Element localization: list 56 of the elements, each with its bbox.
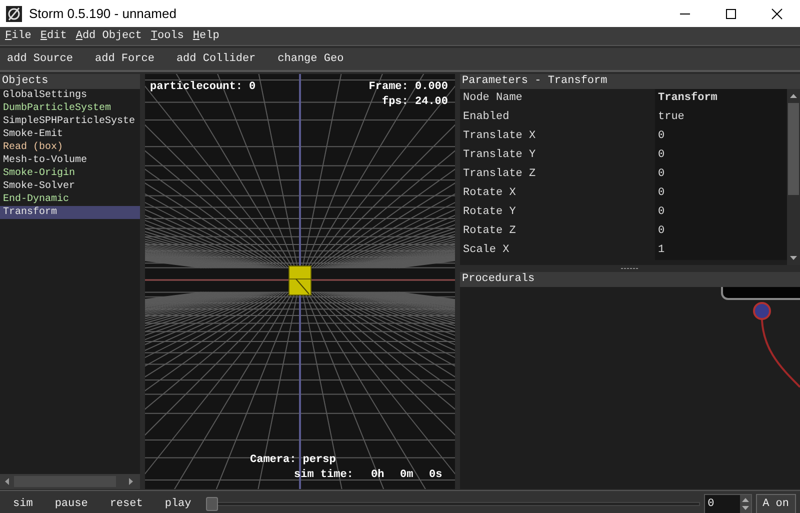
sim-time-value: 0s bbox=[429, 468, 442, 483]
slider-thumb[interactable] bbox=[206, 497, 218, 511]
object-list-item[interactable]: Smoke-Origin bbox=[0, 167, 140, 180]
toolbar-button[interactable]: change Geo bbox=[270, 50, 351, 68]
parameter-value[interactable]: 0 bbox=[655, 146, 787, 165]
menu-item[interactable]: Tools bbox=[146, 28, 188, 44]
object-list-item[interactable]: End-Dynamic bbox=[0, 193, 140, 206]
parameter-value[interactable]: 0 bbox=[655, 127, 787, 146]
close-icon[interactable] bbox=[771, 8, 783, 20]
panel-title: Procedurals bbox=[460, 272, 800, 287]
window-title: Storm 0.5.190 - unnamed bbox=[29, 4, 178, 23]
frame-readout: Frame: 0.000 bbox=[368, 80, 448, 95]
parameter-value[interactable]: Transform bbox=[655, 89, 787, 108]
menu-item[interactable]: Edit bbox=[35, 28, 71, 44]
toolbar-button[interactable]: add Force bbox=[88, 50, 162, 68]
object-list-item[interactable]: SimpleSPHParticleSyste bbox=[0, 115, 140, 128]
panel-title: Objects bbox=[0, 74, 140, 89]
panel-title: Parameters - Transform bbox=[460, 74, 800, 89]
frame-spinbox[interactable]: 0 bbox=[704, 494, 752, 513]
sim-time-value: 0m bbox=[400, 468, 414, 483]
object-list-item[interactable]: Smoke-Solver bbox=[0, 180, 140, 193]
parameter-value[interactable]: 0 bbox=[655, 222, 787, 241]
menu-item[interactable]: Add Object bbox=[70, 28, 146, 44]
menu-item[interactable]: Help bbox=[188, 28, 224, 44]
horizontal-scrollbar[interactable] bbox=[0, 474, 140, 489]
timeline-slider[interactable] bbox=[206, 496, 700, 512]
playback-button[interactable]: sim bbox=[2, 496, 44, 512]
parameter-value[interactable]: 0 bbox=[655, 184, 787, 203]
app-logo-icon bbox=[6, 6, 22, 22]
object-list-item[interactable]: Smoke-Emit bbox=[0, 128, 140, 141]
sim-time-label: sim time: bbox=[294, 468, 354, 483]
vertical-scrollbar[interactable] bbox=[787, 89, 800, 265]
object-list-item[interactable]: Transform bbox=[0, 206, 140, 219]
playback-button[interactable]: reset bbox=[98, 496, 154, 512]
cube-drawing bbox=[288, 265, 312, 296]
menu-item[interactable]: File bbox=[0, 28, 36, 44]
splitter-grip-icon[interactable] bbox=[621, 267, 639, 270]
parameter-value[interactable]: true bbox=[655, 108, 787, 127]
toolbar-button[interactable]: add Collider bbox=[169, 50, 263, 68]
sim-time-value: 0h bbox=[371, 468, 384, 483]
maximize-icon[interactable] bbox=[725, 8, 737, 20]
object-list-item[interactable]: DumbParticleSystem bbox=[0, 102, 140, 115]
parameter-value[interactable]: 0 bbox=[655, 203, 787, 222]
playback-button[interactable]: pause bbox=[44, 496, 99, 512]
parameter-value[interactable]: 1 bbox=[655, 241, 787, 260]
parameter-value[interactable]: 0 bbox=[655, 165, 787, 184]
spin-arrows-icon bbox=[740, 495, 751, 513]
auto-toggle-button[interactable]: A on bbox=[756, 494, 796, 513]
object-list-item[interactable]: Read (box) bbox=[0, 141, 140, 154]
particle-count: particlecount: 0 bbox=[150, 80, 256, 95]
camera-label: Camera: persp bbox=[250, 453, 336, 468]
fps-readout: fps: 24.00 bbox=[382, 94, 448, 110]
toolbar-button[interactable]: add Source bbox=[0, 50, 80, 68]
object-list-item[interactable]: Mesh-to-Volume bbox=[0, 154, 140, 167]
object-list-item[interactable]: GlobalSettings bbox=[0, 89, 140, 102]
playback-button[interactable]: play bbox=[154, 496, 202, 512]
